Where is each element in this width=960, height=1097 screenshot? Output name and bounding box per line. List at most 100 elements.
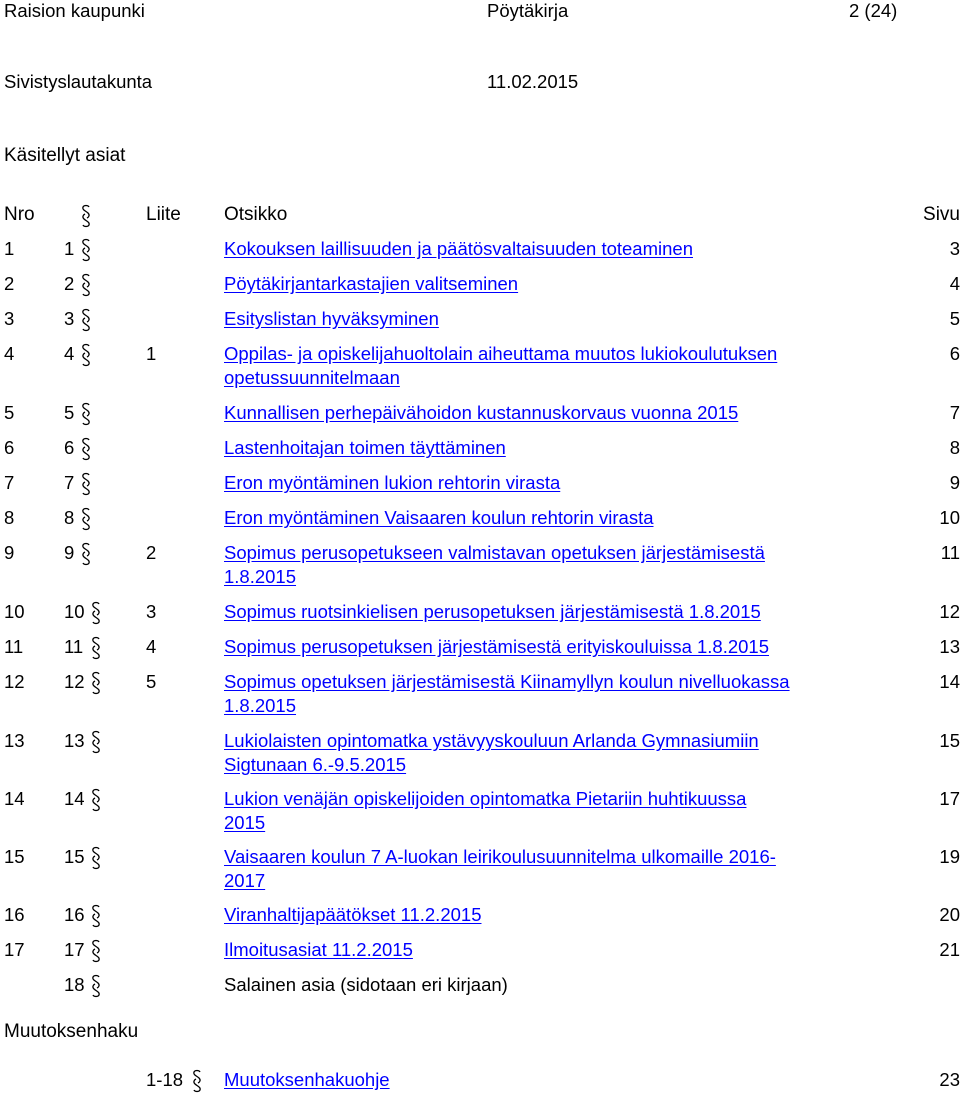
page-ref: 19 [939,846,960,867]
agenda-item-link[interactable]: Vaisaaren koulun 7 A-luokan leirikoulusu… [224,846,776,868]
document-type: Pöytäkirja [487,0,569,21]
section-number: 8 [64,507,75,528]
page-ref: 11 [940,542,960,563]
section-number: 5 [64,402,75,423]
agenda-item-link[interactable]: Sigtunaan 6.-9.5.2015 [224,754,406,776]
section-number: 14 [64,788,85,809]
row-number: 12 [4,671,25,692]
section-number: 7 [64,472,75,493]
row-number: 10 [4,601,25,622]
agenda-item-link[interactable]: Lastenhoitajan toimen täyttäminen [224,437,506,459]
row-number: 17 [4,939,25,960]
row-number: 1 [4,238,15,259]
page-ref: 15 [939,730,960,751]
page-ref: 3 [949,238,960,259]
column-header-liite: Liite [146,204,181,225]
row-number: 5 [4,402,15,423]
agenda-item-link[interactable]: 2017 [224,870,265,892]
section-number: 16 [64,904,85,925]
section-sign-icon [90,904,102,928]
section-sign-icon [90,974,102,998]
agenda-item-link[interactable]: Sopimus perusopetukseen valmistavan opet… [224,542,765,564]
agenda-item-link[interactable]: Kokouksen laillisuuden ja päätösvaltaisu… [224,238,693,260]
page-ref: 4 [949,273,960,294]
agenda-item-link[interactable]: Ilmoitusasiat 11.2.2015 [224,939,413,961]
section-number: 15 [64,846,85,867]
agenda-item-link[interactable]: Sopimus opetuksen järjestämisestä Kiinam… [224,671,790,693]
appeal-range: 1-18 [146,1069,184,1090]
agenda-item-link[interactable]: Viranhaltijapäätökset 11.2.2015 [224,904,481,926]
section-sign-icon [90,636,102,660]
section-sign-icon [90,846,102,870]
row-number: 11 [4,636,24,657]
page-ref: 14 [939,671,960,692]
committee-name: Sivistyslautakunta [4,71,153,92]
column-header-nro: Nro [4,204,35,225]
section-number: 2 [64,273,75,294]
appeal-instructions-link[interactable]: Muutoksenhakuohje [224,1069,390,1091]
agenda-item-link[interactable]: Sopimus perusopetuksen järjestämisestä e… [224,636,769,658]
column-header-otsikko: Otsikko [224,204,288,225]
agenda-item-link[interactable]: Sopimus ruotsinkielisen perusopetuksen j… [224,601,761,623]
section-number: 17 [64,939,85,960]
section-number: 4 [64,343,75,364]
row-number: 3 [4,308,15,329]
page-ref: 8 [949,437,960,458]
section-number: 1 [64,238,75,259]
row-number: 4 [4,343,15,364]
section-sign-icon [80,402,92,426]
agenda-item-link[interactable]: Esityslistan hyväksyminen [224,308,439,330]
section-number: 6 [64,437,75,458]
page-ref: 10 [939,507,960,528]
row-number: 14 [4,788,25,809]
page-ref: 21 [939,939,960,960]
agenda-item-link[interactable]: 2015 [224,812,265,834]
section-number: 12 [64,671,85,692]
appeal-page: 23 [939,1069,960,1090]
row-number: 9 [4,542,15,563]
page-ref: 5 [949,308,960,329]
page-ref: 6 [949,343,960,364]
section-sign-icon [90,788,102,812]
section-sign-icon [80,238,92,262]
section-number: 10 [64,601,85,622]
org-name: Raision kaupunki [4,0,145,21]
column-header-sivu: Sivu [923,204,960,225]
agenda-item-link[interactable]: Pöytäkirjantarkastajien valitseminen [224,273,518,295]
row-number: 7 [4,472,15,493]
section-sign-icon [80,437,92,461]
row-number: 8 [4,507,15,528]
section-number: 9 [64,542,75,563]
agenda-item-link[interactable]: Kunnallisen perhepäivähoidon kustannusko… [224,402,738,424]
agenda-item-link[interactable]: Lukion venäjän opiskelijoiden opintomatk… [224,788,746,810]
section-number: 3 [64,308,75,329]
agenda-item-link[interactable]: Oppilas- ja opiskelijahuoltolain aiheutt… [224,343,777,365]
section-number: 18 [64,974,85,995]
section-sign-icon [90,601,102,625]
agenda-item-link[interactable]: Eron myöntäminen lukion rehtorin virasta [224,472,560,494]
agenda-item-link[interactable]: Lukiolaisten opintomatka ystävyyskouluun… [224,730,759,752]
page-ref: 12 [939,601,960,622]
attachment-number: 2 [146,542,157,563]
section-sign-icon [80,472,92,496]
section-sign-icon [80,204,92,228]
agenda-item-link[interactable]: 1.8.2015 [224,695,296,717]
section-sign-icon [80,273,92,297]
page-ref: 13 [939,636,960,657]
agenda-item-link[interactable]: 1.8.2015 [224,566,296,588]
attachment-number: 1 [146,343,157,364]
appeal-section-title: Muutoksenhaku [4,1021,139,1042]
page-ref: 20 [939,904,960,925]
section-sign-icon [90,671,102,695]
attachment-number: 5 [146,671,157,692]
row-number: 2 [4,273,15,294]
page-ref: 9 [949,472,960,493]
agenda-item-link[interactable]: opetussuunnitelmaan [224,367,400,389]
section-number: 11 [64,636,84,657]
agenda-item-link[interactable]: Eron myöntäminen Vaisaaren koulun rehtor… [224,507,654,529]
section-sign-icon [80,542,92,566]
section-sign-icon [80,308,92,332]
section-sign-icon [90,730,102,754]
row-number: 6 [4,437,15,458]
section-number: 13 [64,730,85,751]
